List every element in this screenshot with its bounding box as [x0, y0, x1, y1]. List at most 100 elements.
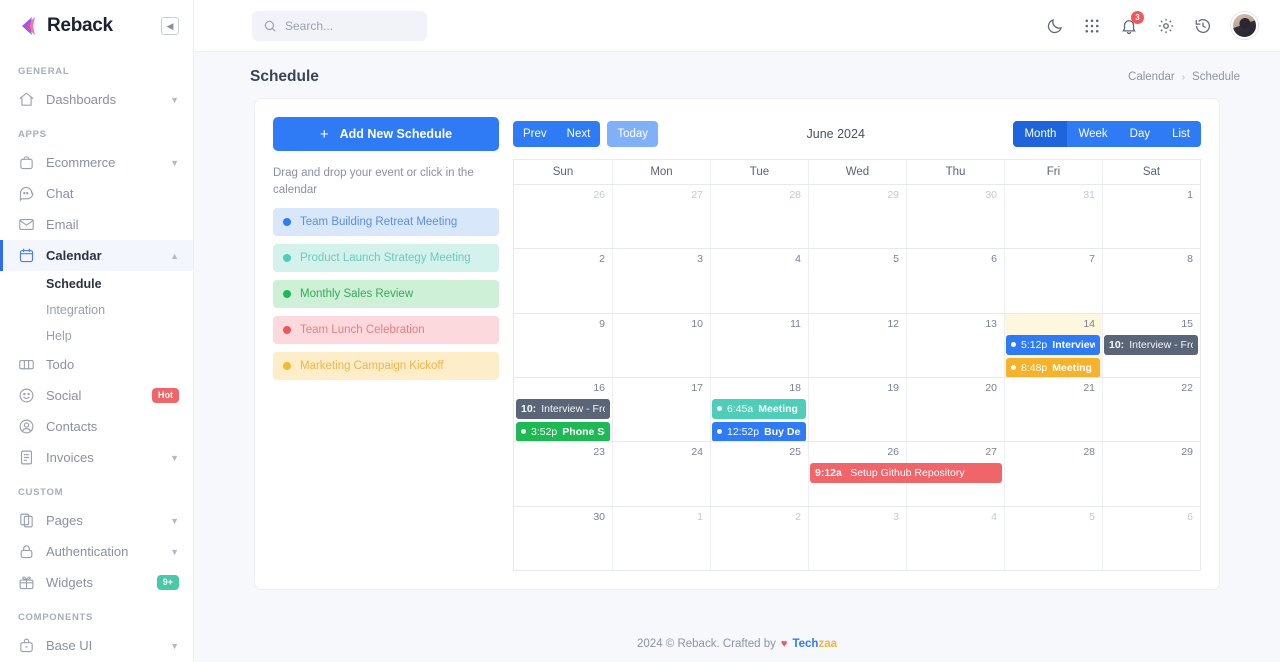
sidebar-subitem-integration[interactable]: Integration: [0, 297, 193, 323]
calendar-day-cell[interactable]: 25: [710, 442, 808, 506]
calendar-day-cell[interactable]: 28: [710, 185, 808, 249]
calendar-day-cell[interactable]: 6: [906, 249, 1004, 313]
calendar-day-cell[interactable]: 3: [808, 506, 906, 570]
topbar: 3: [194, 0, 1280, 52]
sidebar-item-pages[interactable]: Pages ▼: [0, 505, 193, 536]
external-event-item[interactable]: Monthly Sales Review: [273, 280, 499, 309]
day-number: 1: [1187, 189, 1193, 201]
sidebar-item-contacts[interactable]: Contacts: [0, 411, 193, 442]
calendar-day-cell[interactable]: 19: [808, 377, 906, 442]
day-number: 8: [1187, 253, 1193, 266]
calendar-day-cell[interactable]: 2: [514, 249, 612, 312]
calendar-event[interactable]: 6:45a Meeting w: [711, 398, 806, 419]
calendar-event[interactable]: 12:52p Buy Desig: [711, 421, 806, 442]
external-event-item[interactable]: Product Launch Strategy Meeting: [273, 244, 499, 273]
search-box[interactable]: [252, 10, 427, 41]
event-time: 6:45a: [726, 402, 754, 415]
calendar-day-cell[interactable]: 24: [612, 442, 710, 506]
external-event-item[interactable]: Team Lunch Celebration: [273, 316, 499, 345]
event-title: Interview -: [1052, 338, 1095, 351]
sidebar-item-email[interactable]: Email: [0, 209, 193, 240]
sidebar-item-social[interactable]: Social Hot: [0, 380, 193, 411]
calendar-event[interactable]: 8:48p Meeting w: [1006, 357, 1100, 378]
view-button-month[interactable]: Month: [1013, 121, 1068, 147]
calendar-day-cell[interactable]: 31: [1004, 185, 1102, 249]
grid-apps-icon[interactable]: [1083, 17, 1101, 35]
search-input[interactable]: [285, 18, 416, 33]
calendar-nav-buttons: Prev Next Today: [513, 121, 658, 147]
calendar-day-cell[interactable]: 28: [1004, 442, 1102, 506]
event-time: 10:: [521, 402, 537, 415]
calendar-day-cell[interactable]: 2: [710, 506, 808, 570]
view-button-list[interactable]: List: [1161, 121, 1201, 147]
view-button-day[interactable]: Day: [1118, 121, 1162, 147]
calendar-day-cell[interactable]: 6: [1102, 506, 1200, 570]
sidebar-subitem-schedule[interactable]: Schedule: [0, 271, 193, 297]
sidebar-item-calendar[interactable]: Calendar ▲: [0, 240, 193, 271]
calendar-day-cell[interactable]: 10: [612, 313, 710, 377]
event-time: 5:12p: [1021, 338, 1048, 351]
sidebar-item-base-ui[interactable]: Base UI ▼: [0, 630, 193, 661]
brand-row: Reback ◀: [0, 0, 193, 52]
calendar-day-cell[interactable]: 22: [1102, 377, 1200, 442]
sidebar-item-authentication[interactable]: Authentication ▼: [0, 536, 193, 567]
today-button[interactable]: Today: [607, 121, 658, 147]
calendar-day-cell[interactable]: 7: [1004, 249, 1102, 313]
add-new-schedule-button[interactable]: + Add New Schedule: [273, 117, 499, 151]
day-number: 11: [790, 317, 801, 330]
history-icon[interactable]: [1194, 17, 1212, 35]
sidebar-item-todo[interactable]: Todo: [0, 349, 193, 380]
search-icon: [263, 19, 277, 33]
brand[interactable]: Reback: [18, 15, 113, 37]
sidebar-subitem-help[interactable]: Help: [0, 323, 193, 349]
calendar-day-cell[interactable]: 30: [906, 185, 1004, 249]
calendar-event[interactable]: 10: Interview - Fron: [1104, 334, 1198, 355]
calendar-day-cell[interactable]: 5: [808, 249, 906, 313]
next-button[interactable]: Next: [556, 121, 601, 147]
day-header-sat: Sat: [1102, 160, 1200, 184]
calendar-day-cell[interactable]: 30: [514, 507, 612, 570]
chevron-down-icon: ▼: [170, 452, 179, 463]
moon-icon[interactable]: [1046, 17, 1064, 35]
event-title: Setup Github Repository: [850, 467, 965, 480]
calendar-day-cell[interactable]: 21: [1004, 377, 1102, 442]
gear-icon[interactable]: [1157, 17, 1175, 35]
calendar-day-cell[interactable]: 13: [906, 313, 1004, 377]
sidebar-item-widgets[interactable]: Widgets 9+: [0, 567, 193, 598]
calendar-day-cell[interactable]: 17: [612, 377, 710, 442]
calendar-day-cell[interactable]: 12: [808, 313, 906, 377]
calendar-day-cell[interactable]: 4: [906, 506, 1004, 570]
calendar-day-cell[interactable]: 23: [514, 442, 612, 505]
day-number: 30: [593, 510, 605, 523]
calendar-day-cell[interactable]: 27: [612, 185, 710, 249]
sidebar-item-dashboards[interactable]: Dashboards ▼: [0, 84, 193, 115]
calendar-day-cell[interactable]: 20: [906, 377, 1004, 442]
calendar-event[interactable]: 3:52p Phone Scre: [516, 421, 610, 442]
calendar-day-cell[interactable]: 29: [1102, 442, 1200, 506]
calendar-day-cell[interactable]: 26: [514, 185, 612, 248]
view-button-week[interactable]: Week: [1067, 121, 1119, 147]
calendar-day-cell[interactable]: 11: [710, 313, 808, 377]
calendar-event[interactable]: 10: Interview - Fron: [516, 398, 610, 419]
avatar[interactable]: [1231, 12, 1258, 39]
calendar-day-cell[interactable]: 3: [612, 249, 710, 313]
sidebar-item-invoices[interactable]: Invoices ▼: [0, 442, 193, 473]
sidebar-item-ecommerce[interactable]: Ecommerce ▼: [0, 147, 193, 178]
breadcrumb-parent[interactable]: Calendar: [1128, 71, 1175, 83]
calendar-day-cell[interactable]: 29: [808, 185, 906, 249]
prev-button[interactable]: Prev: [513, 121, 557, 147]
calendar-day-cell[interactable]: 5: [1004, 506, 1102, 570]
bell-icon[interactable]: 3: [1120, 10, 1144, 35]
sidebar-collapse-button[interactable]: ◀: [161, 17, 179, 35]
calendar-day-cell[interactable]: 4: [710, 249, 808, 313]
calendar-event[interactable]: 5:12p Interview -: [1006, 334, 1100, 355]
calendar-day-cell[interactable]: 1: [1102, 185, 1200, 249]
calendar-event[interactable]: 9:12a Setup Github Repository: [810, 463, 1002, 484]
external-event-item[interactable]: Marketing Campaign Kickoff: [273, 352, 499, 381]
calendar-day-cell[interactable]: 1: [612, 506, 710, 570]
sidebar-item-chat[interactable]: Chat: [0, 178, 193, 209]
chevron-down-icon: ▼: [170, 157, 179, 168]
calendar-day-cell[interactable]: 8: [1102, 249, 1200, 313]
external-event-item[interactable]: Team Building Retreat Meeting: [273, 208, 499, 237]
calendar-day-cell[interactable]: 9: [514, 314, 612, 377]
